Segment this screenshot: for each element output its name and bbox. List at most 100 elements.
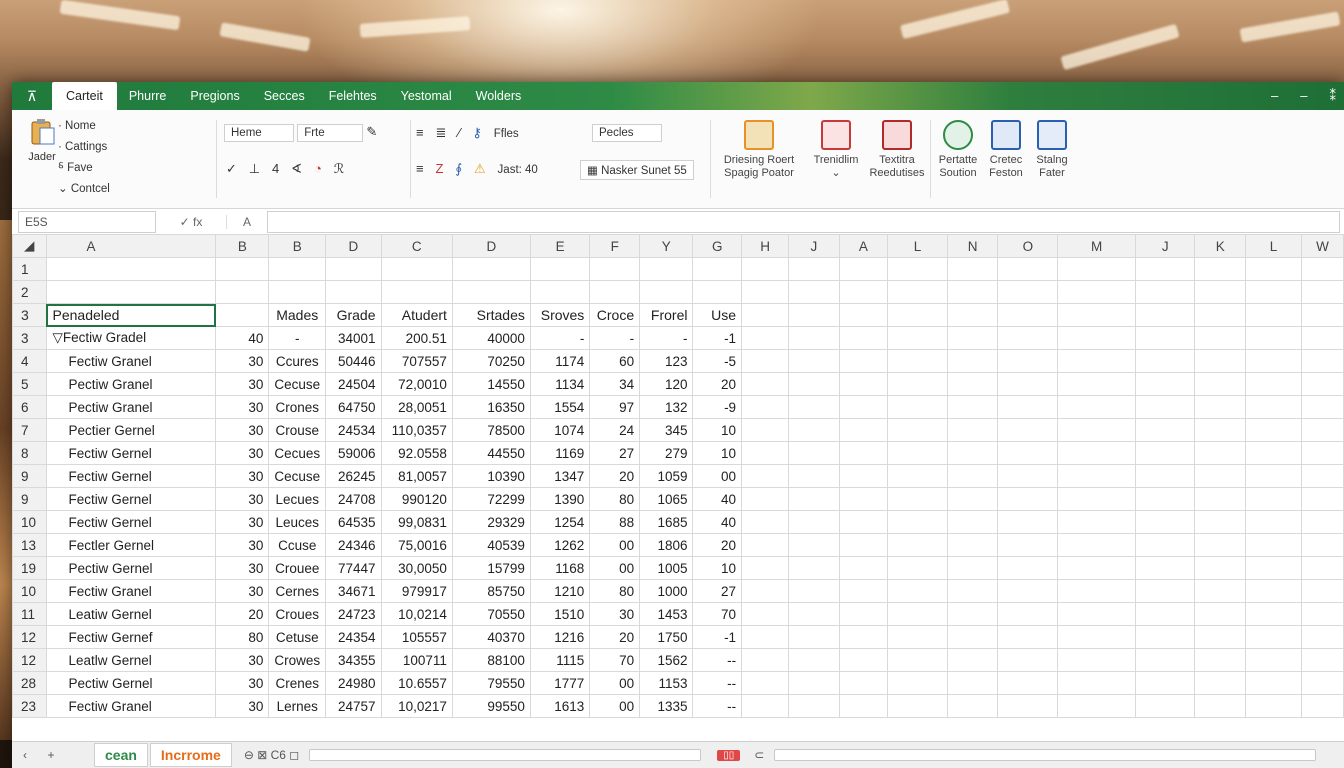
cell[interactable]: 1059 — [639, 464, 694, 488]
cell[interactable] — [1300, 694, 1344, 718]
cell[interactable] — [639, 280, 694, 304]
cell[interactable] — [1057, 395, 1137, 419]
cell[interactable] — [946, 533, 999, 557]
cell[interactable] — [887, 280, 948, 304]
cell[interactable]: 30 — [215, 464, 270, 488]
cell[interactable] — [1245, 625, 1302, 649]
cell[interactable]: Fectiw Gernel — [45, 464, 217, 488]
cell[interactable] — [741, 487, 790, 511]
column-header[interactable]: W — [1300, 234, 1344, 258]
cell[interactable]: 120 — [639, 372, 694, 396]
cell[interactable]: 16350 — [451, 395, 531, 419]
cell[interactable]: -1 — [692, 326, 743, 350]
cell[interactable]: 1254 — [529, 510, 591, 534]
row-header[interactable]: 9 — [12, 464, 47, 488]
cell[interactable] — [1194, 625, 1247, 649]
zoom-slider[interactable] — [774, 749, 1317, 761]
cell[interactable] — [788, 602, 840, 626]
cell[interactable] — [741, 671, 790, 695]
cell[interactable]: -- — [692, 671, 743, 695]
cell[interactable] — [887, 303, 948, 327]
cell[interactable] — [1135, 487, 1196, 511]
cell[interactable]: 26245 — [325, 464, 382, 488]
cell[interactable] — [1057, 372, 1137, 396]
cell[interactable]: Crouee — [268, 556, 327, 580]
cell[interactable] — [1057, 579, 1137, 603]
cell[interactable] — [887, 625, 948, 649]
row-header[interactable]: 28 — [12, 671, 47, 695]
cell[interactable] — [946, 395, 999, 419]
cell[interactable] — [1057, 510, 1137, 534]
cell[interactable] — [1057, 487, 1137, 511]
cell[interactable]: 29329 — [451, 510, 531, 534]
cell[interactable] — [887, 648, 948, 672]
cell[interactable] — [838, 579, 889, 603]
cell[interactable]: 10 — [692, 418, 743, 442]
cell[interactable]: Leuces — [268, 510, 327, 534]
cell[interactable]: 72,0010 — [380, 372, 453, 396]
cell[interactable]: 123 — [639, 349, 694, 373]
cell[interactable] — [838, 280, 889, 304]
cell[interactable] — [1300, 441, 1344, 465]
cell[interactable]: -1 — [692, 625, 743, 649]
cell[interactable]: 100711 — [380, 648, 453, 672]
cell[interactable] — [1245, 648, 1302, 672]
cell[interactable] — [1057, 441, 1137, 465]
files-label[interactable]: Ffles — [494, 128, 519, 140]
cell[interactable] — [838, 625, 889, 649]
cell[interactable]: 20 — [589, 625, 641, 649]
cell[interactable]: Fectiw Gernel — [45, 487, 217, 511]
cell[interactable] — [788, 510, 840, 534]
cell[interactable]: 77447 — [325, 556, 382, 580]
cell[interactable] — [1300, 464, 1344, 488]
cell[interactable] — [946, 280, 999, 304]
cell[interactable] — [946, 487, 999, 511]
fx-icon[interactable]: ✓ fx — [156, 215, 226, 229]
cell[interactable] — [529, 280, 591, 304]
row-header[interactable]: 3 — [12, 326, 47, 350]
cell[interactable] — [1245, 556, 1302, 580]
script-icon[interactable]: ∮ — [455, 161, 462, 177]
cell[interactable] — [788, 671, 840, 695]
cell[interactable] — [997, 349, 1059, 373]
paste-button[interactable]: Jader — [22, 118, 62, 163]
cell[interactable] — [1245, 441, 1302, 465]
cell[interactable]: Frorel — [639, 303, 694, 327]
cell[interactable]: 1347 — [529, 464, 591, 488]
cell[interactable] — [1057, 602, 1137, 626]
cell[interactable] — [1057, 694, 1137, 718]
cell[interactable] — [1245, 694, 1302, 718]
cell[interactable]: 24723 — [325, 602, 382, 626]
cell[interactable] — [788, 533, 840, 557]
cell[interactable]: Fectiw Gernef — [45, 625, 217, 649]
cell[interactable]: Sroves — [529, 303, 591, 327]
cell[interactable] — [788, 326, 840, 350]
cell[interactable] — [1194, 648, 1247, 672]
font-color-icon[interactable]: ℛ — [334, 161, 344, 177]
cell[interactable] — [1194, 510, 1247, 534]
add-sheet-icon[interactable]: + — [38, 748, 64, 762]
column-header[interactable]: O — [997, 234, 1059, 258]
cell[interactable]: 1806 — [639, 533, 694, 557]
cell[interactable]: 44550 — [451, 441, 531, 465]
cell[interactable]: 40539 — [451, 533, 531, 557]
check-icon[interactable]: ✓ — [226, 161, 237, 177]
cell[interactable]: 1168 — [529, 556, 591, 580]
align-left-icon[interactable]: ≡ — [416, 125, 424, 140]
warning-icon[interactable]: ⚠ — [474, 161, 486, 177]
cell[interactable]: 88 — [589, 510, 641, 534]
cell[interactable] — [887, 257, 948, 281]
cell[interactable]: Croues — [268, 602, 327, 626]
cell[interactable] — [589, 280, 641, 304]
cell[interactable] — [1194, 533, 1247, 557]
cell[interactable]: Fectiw Granel — [45, 349, 217, 373]
cell[interactable]: Cecuse — [268, 464, 327, 488]
cell[interactable]: 1685 — [639, 510, 694, 534]
cell[interactable] — [692, 257, 743, 281]
cell[interactable]: 24504 — [325, 372, 382, 396]
cell[interactable] — [451, 257, 531, 281]
big-button-0[interactable]: Driesing Roert Spagig Poator — [718, 120, 800, 180]
cell[interactable] — [838, 257, 889, 281]
cell[interactable]: 30 — [215, 372, 270, 396]
cell[interactable] — [692, 280, 743, 304]
